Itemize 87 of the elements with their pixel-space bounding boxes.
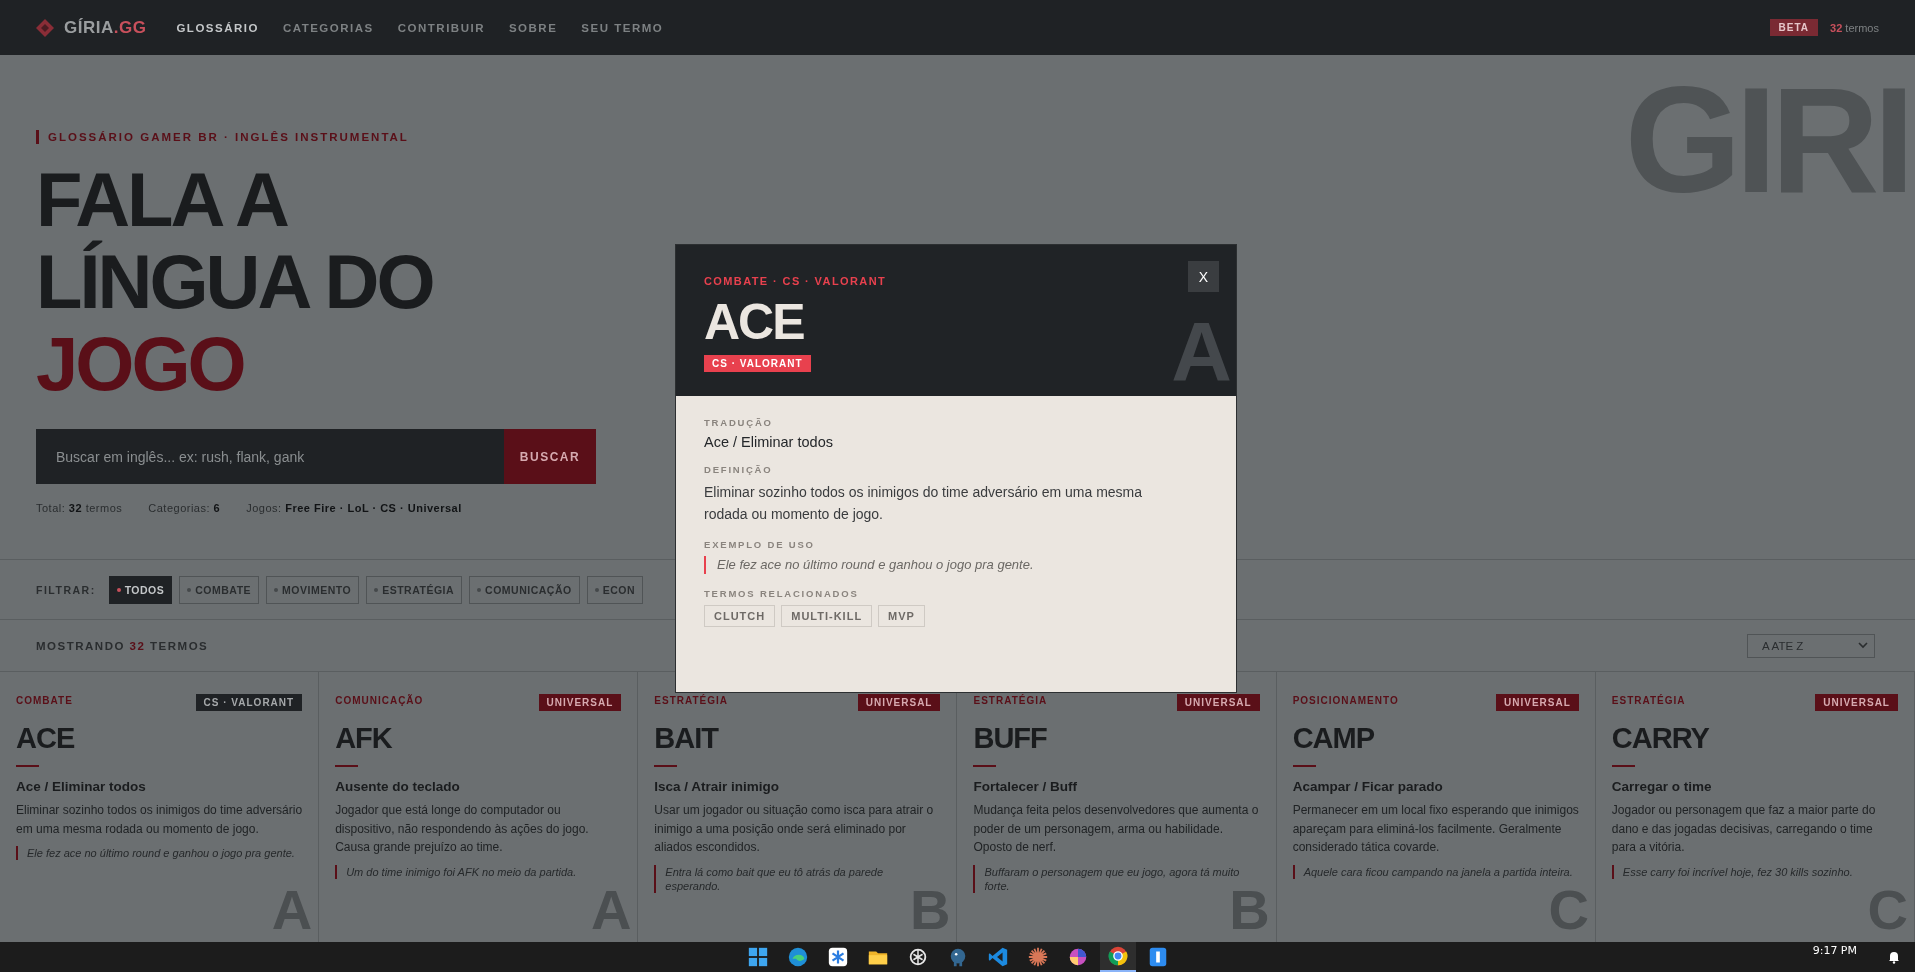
translation-text: Ace / Eliminar todos <box>16 779 147 794</box>
logo-text[interactable]: GÍRIA.GG <box>64 17 147 38</box>
term-count: 32 termos <box>1830 21 1879 34</box>
nav-link[interactable]: SEU TERMO <box>581 17 664 38</box>
game-tag: UNIVERSAL <box>1815 694 1898 711</box>
term-title: CAMP <box>1292 721 1375 755</box>
example-quote: Entra lá como bait que eu tô atrás da parede esperando. <box>654 864 941 893</box>
translation-text: Fortalecer / Buff <box>973 779 1078 794</box>
diamond-logo-icon <box>36 18 54 37</box>
section-label: TRADUÇÃO <box>704 417 774 428</box>
filter-label: FILTRAR: <box>36 583 96 596</box>
category-label: COMUNICAÇÃO <box>335 695 424 706</box>
section-label: DEFINIÇÃO <box>704 464 774 475</box>
nav-link[interactable]: GLOSSÁRIO <box>176 17 259 38</box>
term-title: AFK <box>335 721 392 755</box>
nav-link[interactable]: CONTRIBUIR <box>397 17 485 38</box>
translation-text: Acampar / Ficar parado <box>1292 779 1444 794</box>
definition-text: Eliminar sozinho todos os inimigos do time adversário em uma mesma rodada ou momento de jogo. <box>704 483 1144 524</box>
eyebrow-text: GLOSSÁRIO GAMER BR · INGLÊS INSTRUMENTAL <box>36 130 409 144</box>
search-button[interactable]: BUSCAR <box>504 429 596 484</box>
game-tag: CS · VALORANT <box>195 694 303 711</box>
filter-chip[interactable]: ECON <box>586 575 643 604</box>
sort-dropdown[interactable]: A ATE Z <box>1747 633 1875 658</box>
ring-icon <box>1106 945 1129 967</box>
notification-bell-icon <box>1887 950 1901 964</box>
game-tag: UNIVERSAL <box>857 694 941 711</box>
example-quote: Buffaram o personagem que eu jogo, agora tá muito forte. <box>973 864 1260 893</box>
category-label: ESTRATÉGIA <box>1611 695 1686 706</box>
taskbar-app[interactable] <box>1099 942 1136 972</box>
nav-link[interactable]: SOBRE <box>508 17 558 38</box>
close-button[interactable]: X <box>1188 261 1219 292</box>
definition-text: Eliminar sozinho todos os inimigos do time adversário em uma mesma rodada ou momento de jogo. <box>16 802 303 838</box>
term-title: ACE <box>16 721 75 755</box>
term-title: BUFF <box>973 721 1047 755</box>
filter-chip[interactable]: MOVIMENTO <box>266 575 360 604</box>
filter-chip[interactable]: TODOS <box>108 575 173 604</box>
example-quote: Esse carry foi incrível hoje, fez 30 kills sozinho. <box>1611 864 1898 879</box>
definition-text: Usar um jogador ou situação como isca para atrair o inimigo a uma posição onde será eliminado por aliados escondidos. <box>654 802 935 856</box>
definition-text: Mudança feita pelos desenvolvedores que aumenta o poder de um personagem, arma ou habilidade. Oposto de nerf. <box>973 802 1260 856</box>
section-label: EXEMPLO DE USO <box>704 539 816 550</box>
stat-text: Categorias: 6 <box>148 502 221 514</box>
category-label: ESTRATÉGIA <box>654 695 729 706</box>
definition-text: Jogador ou personagem que faz a maior parte do dano e das jogadas decisivas, carregando o time para a vitória. <box>1611 802 1877 856</box>
filter-chip[interactable]: ESTRATÉGIA <box>366 575 463 604</box>
definition-text: Permanecer em um local fixo esperando que inimigos apareçam para eliminá-los facilmente. Geralmente considerado tática covarde. <box>1292 802 1579 856</box>
term-title: BAIT <box>654 721 718 755</box>
snowflake-icon <box>826 946 849 968</box>
swirl-icon <box>786 946 809 968</box>
beta-badge: BETA <box>1769 19 1819 36</box>
stat-text: Total: 32 termos <box>36 502 123 514</box>
search-field[interactable]: Buscar em inglês... ex: rush, flank, gank <box>36 429 504 484</box>
game-tag: UNIVERSAL <box>1496 694 1579 711</box>
section-label: TERMOS RELACIONADOS <box>704 588 860 599</box>
definition-text: Jogador que está longe do computador ou dispositivo, não respondendo às ações do jogo. Causa grande prejuízo ao time. <box>335 802 590 856</box>
translation-text: Isca / Atrair inimigo <box>654 779 781 794</box>
term-title: CARRY <box>1611 721 1709 755</box>
example-quote: Ele fez ace no último round e ganhou o jogo pra gente. <box>704 556 1208 574</box>
category-label: POSICIONAMENTO <box>1292 695 1399 706</box>
translation-text: Carregar o time <box>1611 779 1713 794</box>
clock-time: 9:17 PM <box>1812 944 1857 957</box>
results-count: MOSTRANDO 32 TERMOS <box>36 639 210 652</box>
related-term-tag[interactable]: MULTI-KILL <box>781 605 873 627</box>
category-label: COMBATE <box>16 695 73 706</box>
modal-title: ACE <box>704 297 804 347</box>
sunburst-icon <box>1026 946 1049 968</box>
related-term-tag[interactable]: CLUTCH <box>704 605 776 627</box>
game-tag: UNIVERSAL <box>538 694 622 711</box>
category-label: ESTRATÉGIA <box>973 695 1048 706</box>
chevron-down-icon <box>1858 642 1868 649</box>
translation-text: Ace / Eliminar todos <box>704 434 834 450</box>
example-quote: Ele fez ace no último round e ganhou o jogo pra gente. <box>16 846 303 860</box>
hero-title: LÍNGUA DO <box>36 241 433 323</box>
example-quote: Aquele cara ficou campando na janela a partida inteira. <box>1292 864 1579 879</box>
ribbon-icon <box>986 946 1009 968</box>
filter-chip[interactable]: COMUNICAÇÃO <box>469 575 580 604</box>
filter-chip[interactable]: COMBATE <box>179 575 260 604</box>
example-quote: Um do time inimigo foi AFK no meio da partida. <box>335 864 622 879</box>
translation-text: Ausente do teclado <box>335 779 461 794</box>
modal-category: COMBATE · CS · VALORANT <box>704 275 887 287</box>
game-tag: UNIVERSAL <box>1176 694 1260 711</box>
related-term-tag[interactable]: MVP <box>878 605 925 627</box>
stat-text: Jogos: Free Fire · LoL · CS · Universal <box>246 502 462 514</box>
nav-link[interactable]: CATEGORIAS <box>282 17 374 38</box>
four-squares-icon <box>746 946 769 968</box>
hero-title-accent: JOGO <box>36 323 244 405</box>
hero-title: FALA A <box>36 159 287 241</box>
game-tag: CS · VALORANT <box>704 355 811 372</box>
